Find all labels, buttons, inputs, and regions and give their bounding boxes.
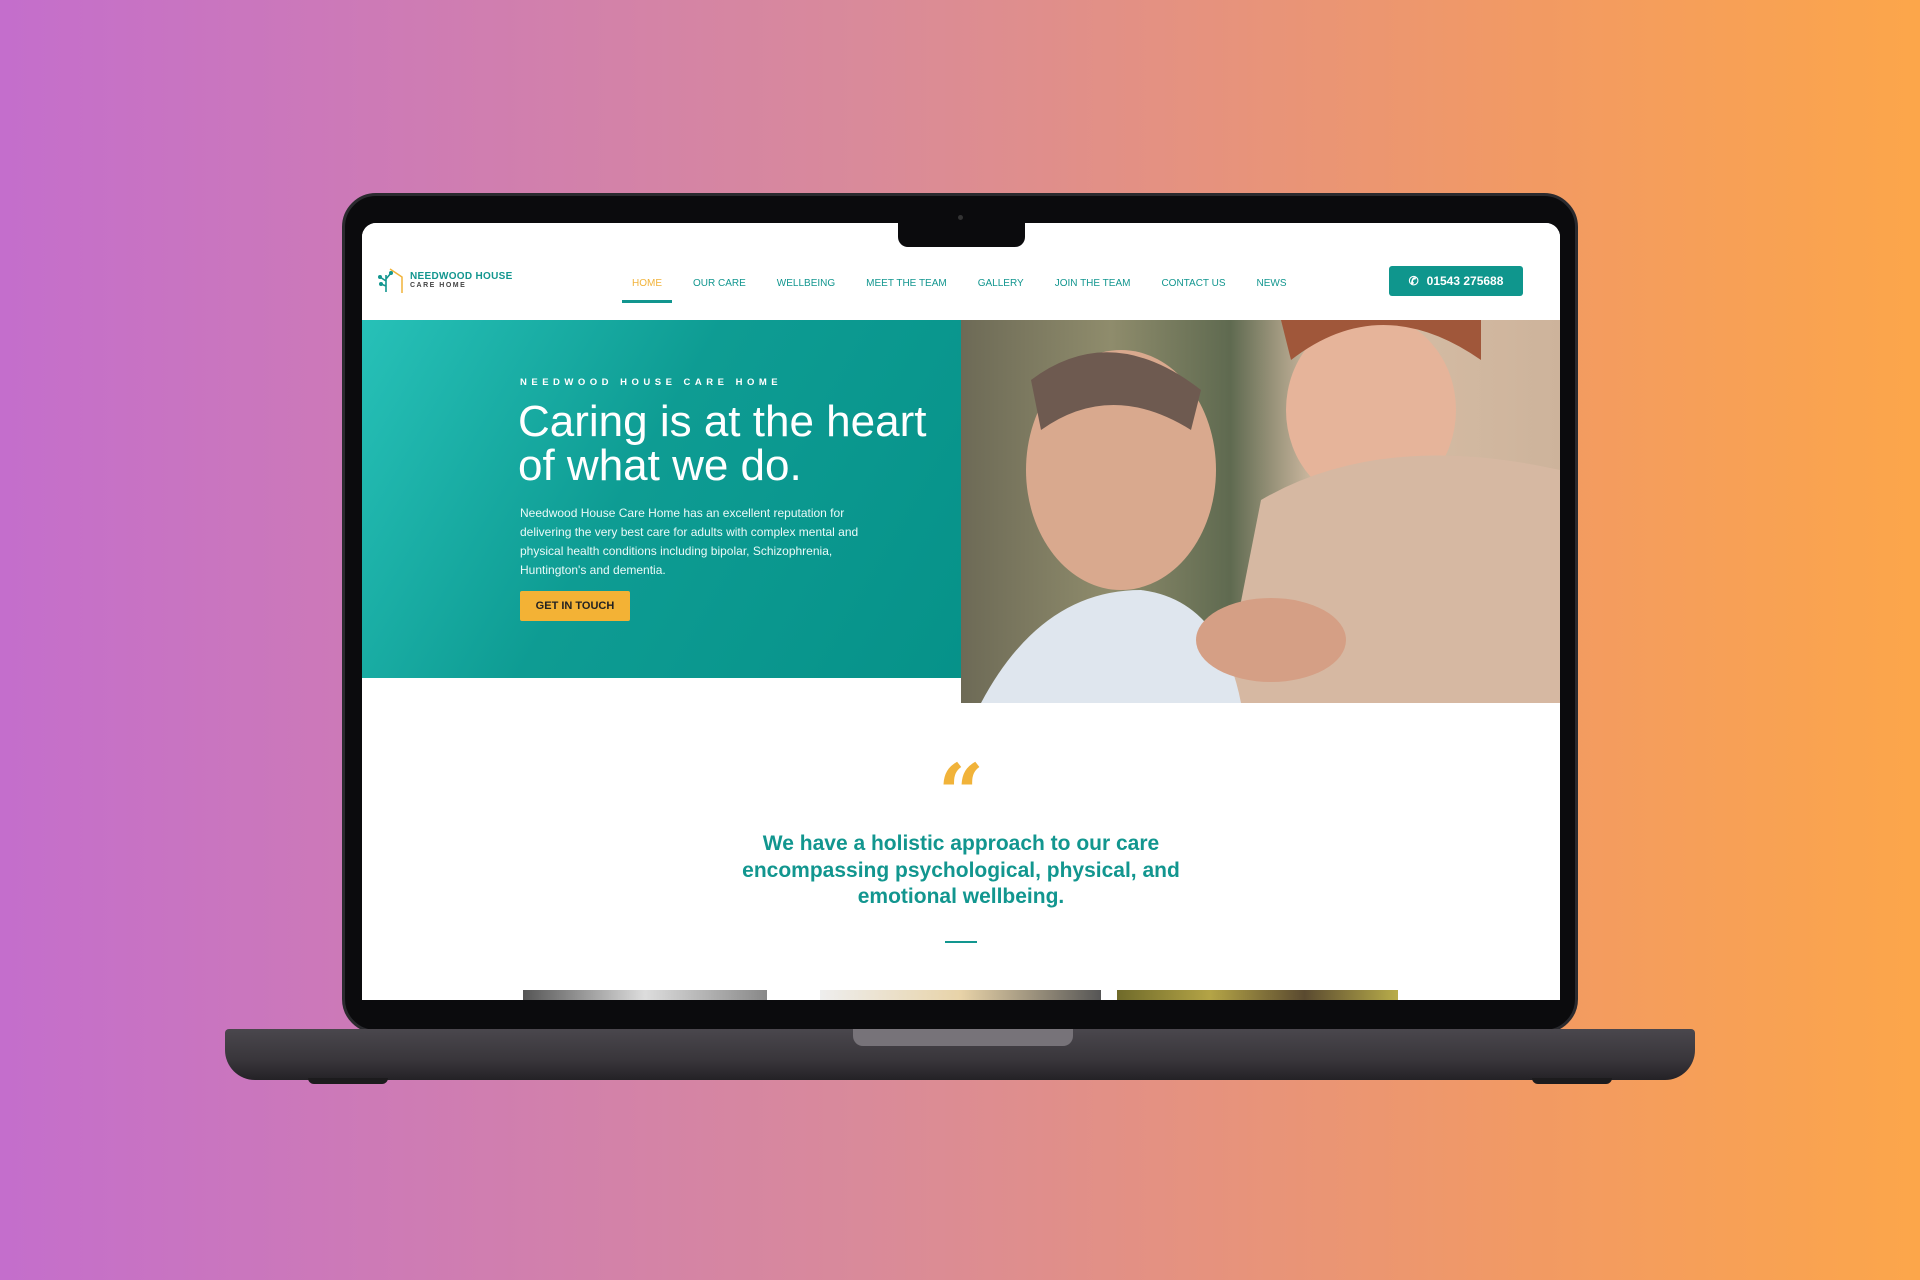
- hero-section: NEEDWOOD HOUSE CARE HOME Caring is at th…: [362, 320, 961, 678]
- logo-subtitle: CARE HOME: [410, 282, 467, 289]
- camera-notch: [898, 222, 1025, 247]
- nav-wellbeing[interactable]: WELLBEING: [777, 278, 835, 289]
- quote-section: “ We have a holistic approach to our car…: [362, 746, 1560, 943]
- hero-eyebrow: NEEDWOOD HOUSE CARE HOME: [520, 377, 783, 388]
- logo-tree-house-icon: [378, 268, 403, 293]
- laptop-hinge-groove: [853, 1029, 1073, 1046]
- laptop-foot-left: [308, 1078, 388, 1084]
- phone-icon: ✆: [1408, 274, 1419, 288]
- nav-news[interactable]: NEWS: [1257, 278, 1287, 289]
- phone-number: 01543 275688: [1426, 274, 1504, 288]
- hero-title: Caring is at the heart of what we do.: [518, 397, 927, 490]
- website-screen: NEEDWOOD HOUSE CARE HOME HOME OUR CARE WE…: [362, 223, 1560, 1000]
- get-in-touch-button[interactable]: GET IN TOUCH: [520, 591, 630, 621]
- quote-text: We have a holistic approach to our care …: [742, 832, 1180, 908]
- phone-button[interactable]: ✆ 01543 275688: [1389, 266, 1523, 296]
- main-nav: HOME OUR CARE WELLBEING MEET THE TEAM GA…: [622, 278, 1287, 303]
- nav-our-care[interactable]: OUR CARE: [693, 278, 746, 289]
- logo-name: NEEDWOOD HOUSE: [410, 271, 513, 282]
- carer-and-resident-image: [981, 320, 1560, 703]
- quote-divider: [945, 940, 977, 943]
- gallery-thumb-1[interactable]: [523, 990, 767, 1000]
- nav-meet-the-team[interactable]: MEET THE TEAM: [866, 278, 947, 289]
- gallery-thumb-3[interactable]: [1117, 990, 1398, 1000]
- camera-icon: [958, 215, 963, 220]
- nav-join-the-team[interactable]: JOIN THE TEAM: [1055, 278, 1131, 289]
- nav-gallery[interactable]: GALLERY: [978, 278, 1024, 289]
- nav-home[interactable]: HOME: [622, 278, 672, 303]
- hero-photo: [961, 320, 1560, 703]
- quote-icon: “: [937, 746, 984, 840]
- logo[interactable]: NEEDWOOD HOUSE CARE HOME: [376, 267, 513, 293]
- gallery-thumb-2[interactable]: [820, 990, 1101, 1000]
- laptop-foot-right: [1532, 1078, 1612, 1084]
- hero-body: Needwood House Care Home has an excellen…: [520, 506, 859, 577]
- nav-contact-us[interactable]: CONTACT US: [1161, 278, 1225, 289]
